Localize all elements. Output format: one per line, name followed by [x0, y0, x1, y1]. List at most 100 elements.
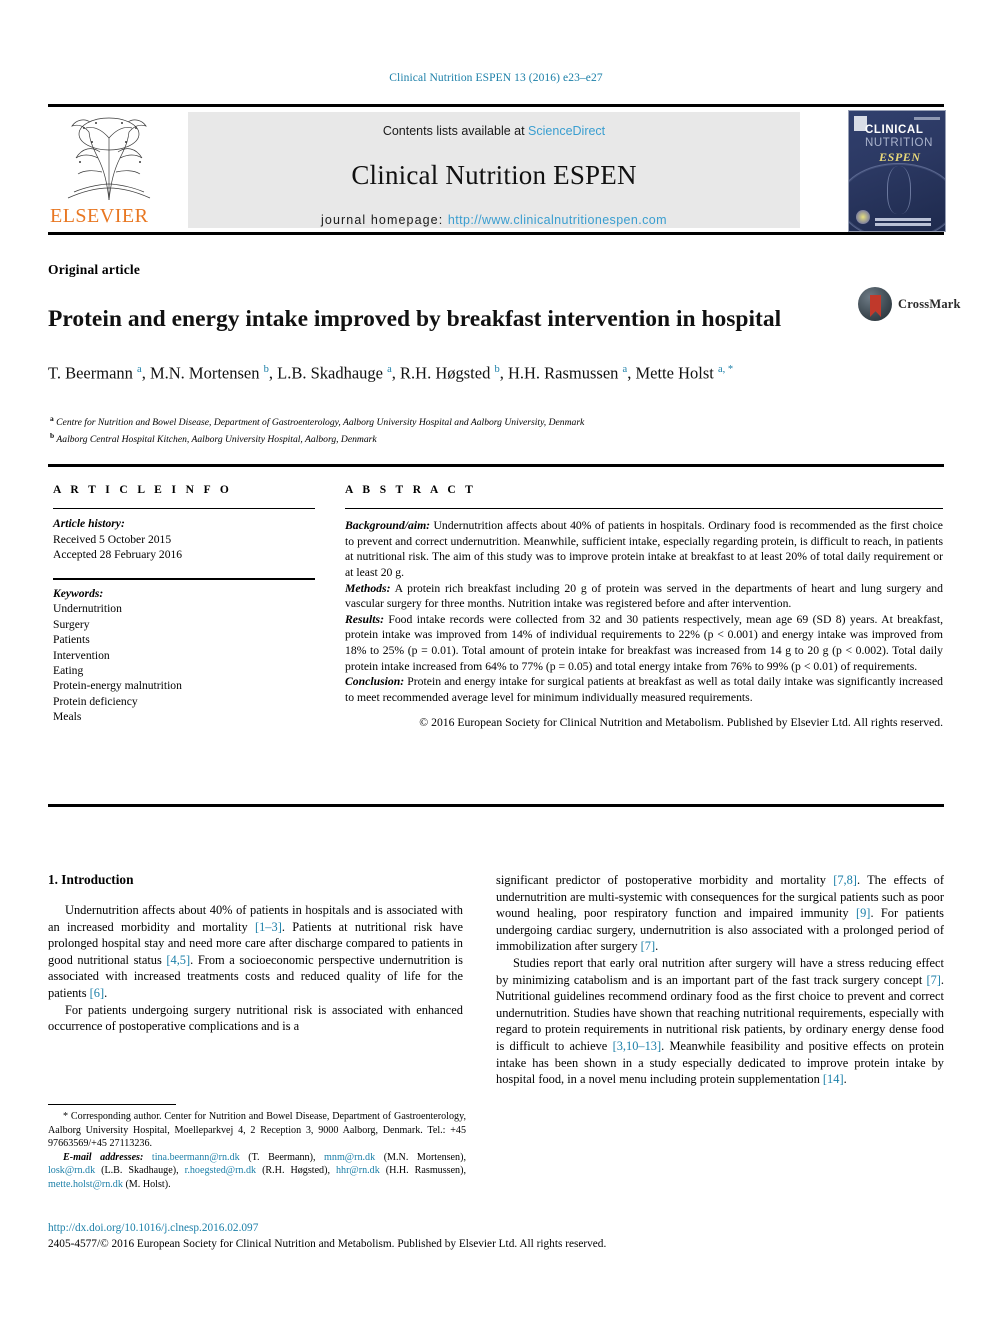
article-type-label: Original article [48, 262, 141, 277]
journal-cover-thumbnail: CLINICAL NUTRITION ESPEN [848, 110, 946, 232]
cover-title-line1: CLINICAL [865, 124, 924, 136]
article-history-block: Article history: Received 5 October 2015… [53, 516, 315, 562]
affiliation-b: b Aalborg Central Hospital Kitchen, Aalb… [50, 431, 377, 446]
citation-link[interactable]: [14] [823, 1072, 844, 1086]
body-paragraph: For patients undergoing surgery nutritio… [48, 1002, 463, 1035]
affiliation-b-text: Aalborg Central Hospital Kitchen, Aalbor… [56, 434, 377, 446]
email-person: (L.B. Skadhauge) [101, 1165, 177, 1177]
contents-list-line: Contents lists available at ScienceDirec… [188, 124, 800, 138]
footnote-block: * Corresponding author. Center for Nutri… [48, 1110, 466, 1192]
email-link[interactable]: r.hoegsted@rn.dk [185, 1165, 257, 1176]
abstract-body: Background/aim: Undernutrition affects a… [345, 518, 943, 705]
crossmark-flag-icon [870, 295, 881, 317]
elsevier-tree-icon [54, 112, 164, 204]
journal-homepage-line: journal homepage: http://www.clinicalnut… [188, 213, 800, 227]
keyword-item: Protein-energy malnutrition [53, 679, 182, 693]
email-person: (R.H. Høgsted) [262, 1165, 328, 1177]
citation-link[interactable]: [7,8] [833, 873, 857, 887]
cover-vase-graphic [887, 166, 911, 214]
doi-link[interactable]: http://dx.doi.org/10.1016/j.clnesp.2016.… [48, 1222, 258, 1234]
article-history-accepted: Accepted 28 February 2016 [53, 548, 183, 561]
email-link[interactable]: tina.beermann@rn.dk [152, 1152, 240, 1163]
section-heading-introduction: 1. Introduction [48, 872, 134, 887]
corresponding-author-note: * Corresponding author. Center for Nutri… [48, 1111, 466, 1150]
contents-prefix: Contents lists available at [382, 124, 529, 138]
citation-link[interactable]: [1–3] [255, 920, 282, 934]
email-person: (M. Holst) [125, 1178, 169, 1190]
author-list: T. Beermann a, M.N. Mortensen b, L.B. Sk… [48, 363, 734, 383]
abstract-section-text: Food intake records were collected from … [345, 612, 943, 673]
body-paragraph: significant predictor of postoperative m… [496, 872, 944, 955]
sciencedirect-link[interactable]: ScienceDirect [528, 124, 605, 138]
abstract-band-bottom-rule [48, 804, 944, 807]
keyword-item: Eating [53, 664, 84, 678]
abstract-section-label: Background/aim: [345, 519, 431, 533]
crossmark-label: CrossMark [898, 297, 961, 311]
email-link[interactable]: mette.holst@rn.dk [48, 1179, 123, 1190]
body-column-right: significant predictor of postoperative m… [496, 872, 944, 1088]
masthead-top-rule [48, 104, 944, 107]
email-person: (M.N. Mortensen) [383, 1151, 464, 1163]
abstract-band-top-rule [48, 464, 944, 467]
journal-masthead: ELSEVIER Contents lists available at Sci… [48, 104, 946, 235]
article-info-column: A R T I C L E I N F O Article history: R… [53, 484, 315, 725]
affiliation-a: a Centre for Nutrition and Bowel Disease… [50, 414, 585, 429]
crossmark-badge[interactable]: CrossMark [858, 285, 960, 327]
email-person: (H.H. Rasmussen) [385, 1165, 464, 1177]
cover-espen-badge-icon [856, 210, 870, 224]
email-link[interactable]: losk@rn.dk [48, 1165, 95, 1176]
homepage-label: journal homepage: [321, 213, 448, 227]
body-column-left: 1. Introduction Undernutrition affects a… [48, 872, 463, 1035]
elsevier-logo: ELSEVIER [48, 112, 170, 228]
article-history-label: Article history: [53, 517, 125, 531]
abstract-section-text: A protein rich breakfast including 20 g … [345, 581, 943, 611]
abstract-section: Results: Food intake records were collec… [345, 612, 943, 674]
citation-link[interactable]: [3,10–13] [613, 1039, 662, 1053]
email-addresses-note: E-mail addresses: tina.beermann@rn.dk (T… [48, 1151, 466, 1190]
keywords-label: Keywords: [53, 587, 104, 600]
article-info-rule [53, 508, 315, 510]
running-head: Clinical Nutrition ESPEN 13 (2016) e23–e… [389, 72, 603, 84]
body-paragraph: Studies report that early oral nutrition… [496, 955, 944, 1088]
body-paragraph: Undernutrition affects about 40% of pati… [48, 902, 463, 1002]
keywords-block: Keywords: Undernutrition Surgery Patient… [53, 586, 315, 725]
body-paragraph-text: Undernutrition affects about 40% of pati… [48, 903, 464, 1000]
masthead-bottom-rule [48, 232, 944, 235]
keyword-item: Meals [53, 710, 82, 724]
citation-link[interactable]: [6] [90, 986, 104, 1000]
citation-link[interactable]: [4,5] [166, 953, 190, 967]
email-link[interactable]: hhr@rn.dk [336, 1165, 380, 1176]
abstract-section-text: Undernutrition affects about 40% of pati… [345, 519, 943, 579]
citation-link[interactable]: [7] [926, 973, 940, 987]
abstract-section: Conclusion: Protein and energy intake fo… [345, 674, 943, 705]
body-paragraph-text: For patients undergoing surgery nutritio… [48, 1002, 463, 1034]
cover-title-line2: NUTRITION [865, 137, 934, 149]
keyword-item: Surgery [53, 617, 90, 631]
crossmark-circle-icon [858, 287, 892, 321]
abstract-column: A B S T R A C T Background/aim: Undernut… [345, 484, 943, 731]
abstract-section: Background/aim: Undernutrition affects a… [345, 518, 943, 580]
email-person: (T. Beermann) [248, 1151, 313, 1163]
affiliation-a-text: Centre for Nutrition and Bowel Disease, … [56, 417, 585, 429]
abstract-heading: A B S T R A C T [345, 484, 477, 496]
keyword-item: Patients [53, 633, 90, 647]
body-paragraph-text: significant predictor of postoperative m… [496, 873, 945, 954]
elsevier-wordmark: ELSEVIER [50, 205, 149, 227]
keyword-item: Protein deficiency [53, 694, 138, 708]
journal-title: Clinical Nutrition ESPEN [351, 160, 637, 190]
keyword-item: Undernutrition [53, 602, 122, 616]
paper-page: Clinical Nutrition ESPEN 13 (2016) e23–e… [0, 0, 992, 1323]
abstract-section: Methods: A protein rich breakfast includ… [345, 581, 943, 612]
homepage-url-link[interactable]: http://www.clinicalnutritionespen.com [448, 213, 667, 227]
abstract-section-label: Results: [345, 612, 384, 626]
citation-link[interactable]: [7] [641, 939, 655, 953]
abstract-section-label: Methods: [345, 581, 391, 595]
body-paragraph-text: Studies report that early oral nutrition… [496, 955, 944, 1087]
page-title: Protein and energy intake improved by br… [48, 305, 782, 332]
abstract-copyright: © 2016 European Society for Clinical Nut… [419, 716, 943, 730]
footnote-separator-rule [48, 1104, 176, 1106]
sciencedirect-panel: Contents lists available at ScienceDirec… [188, 112, 800, 228]
citation-link[interactable]: [9] [856, 906, 870, 920]
email-link[interactable]: mnm@rn.dk [324, 1152, 375, 1163]
abstract-section-text: Protein and energy intake for surgical p… [345, 675, 943, 704]
